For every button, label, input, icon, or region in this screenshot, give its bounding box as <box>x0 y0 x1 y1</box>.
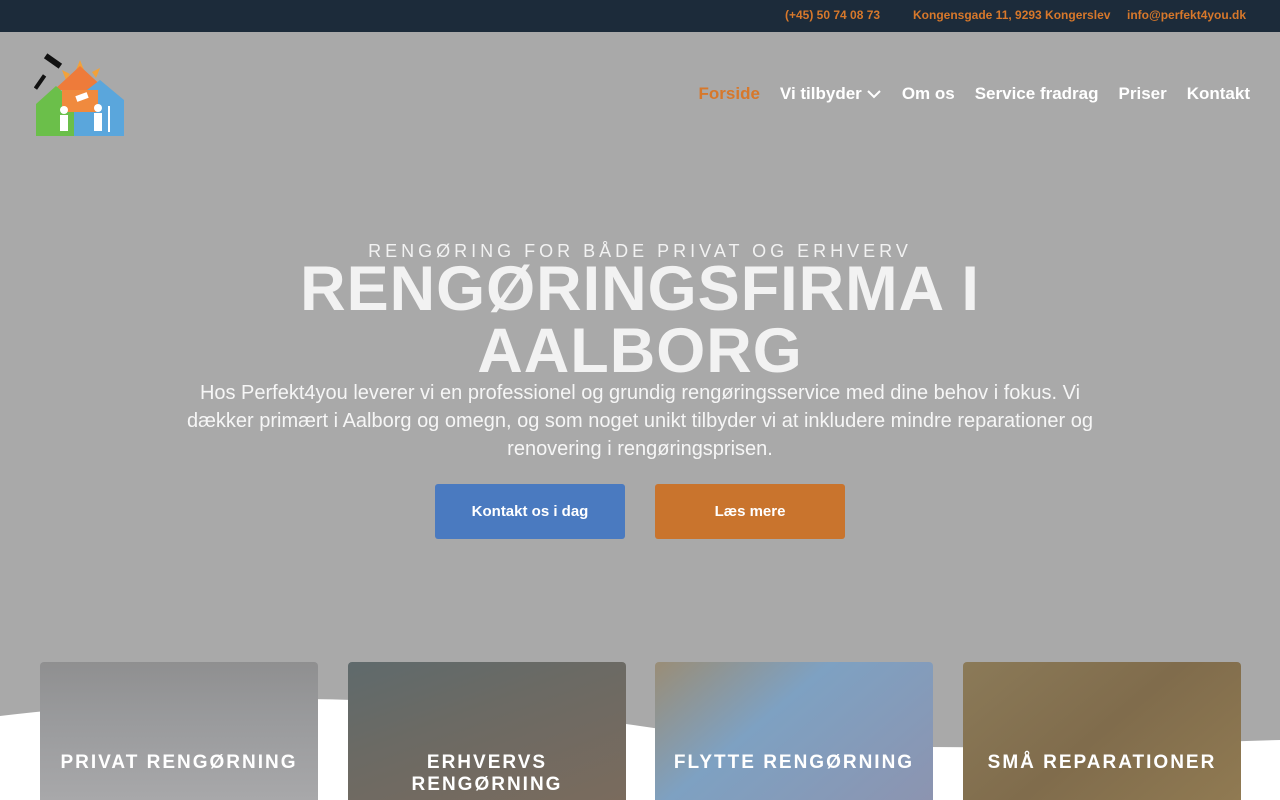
service-card-reparationer[interactable]: SMÅ REPARATIONER <box>963 662 1241 800</box>
card-image <box>40 662 318 800</box>
hero-lead: Hos Perfekt4you leverer vi en profession… <box>186 382 1093 460</box>
service-card-privat[interactable]: PRIVAT RENGØRNING <box>40 662 318 800</box>
site-logo[interactable] <box>33 52 126 140</box>
nav-item-vi-tilbyder[interactable]: Vi tilbyder <box>780 84 882 104</box>
card-image <box>655 662 933 800</box>
read-more-button[interactable]: Læs mere <box>655 484 845 539</box>
card-title: ERHVERVS RENGØRNING <box>411 752 563 795</box>
nav-item-label: Om os <box>901 84 955 103</box>
site-header: Forside Vi tilbyder Om os Service fradra… <box>0 32 1280 160</box>
nav-item-service-fradrag[interactable]: Service fradrag <box>975 84 1099 104</box>
address-link[interactable]: Kongensgade 11, 9293 Kongerslev <box>913 8 1110 22</box>
nav-item-forside[interactable]: Forside <box>699 84 760 104</box>
nav-item-priser[interactable]: Priser <box>1119 84 1167 104</box>
card-image <box>963 662 1241 800</box>
nav-item-label: Forside <box>698 84 760 103</box>
nav-item-label: Service fradrag <box>974 84 1099 103</box>
card-title: FLYTTE RENGØRNING <box>673 752 915 773</box>
nav-item-om-os[interactable]: Om os <box>902 84 955 104</box>
nav-item-kontakt[interactable]: Kontakt <box>1187 84 1250 104</box>
chevron-down-icon <box>867 90 881 99</box>
house-cleaning-logo-icon <box>33 53 124 136</box>
phone-link[interactable]: (+45) 50 74 08 73 <box>785 8 880 22</box>
top-info-bar: (+45) 50 74 08 73 Kongensgade 11, 9293 K… <box>0 0 1280 32</box>
nav-item-label: Vi tilbyder <box>779 84 862 103</box>
contact-button[interactable]: Kontakt os i dag <box>435 484 625 539</box>
main-nav: Forside Vi tilbyder Om os Service fradra… <box>699 84 1250 104</box>
nav-item-label: Kontakt <box>1186 84 1250 103</box>
card-title: SMÅ REPARATIONER <box>987 752 1217 773</box>
hero-title: RENGØRINGSFIRMA I AALBORG <box>300 254 980 386</box>
service-card-flytte[interactable]: FLYTTE RENGØRNING <box>655 662 933 800</box>
email-link[interactable]: info@perfekt4you.dk <box>1127 8 1246 22</box>
service-card-erhvervs[interactable]: ERHVERVS RENGØRNING <box>348 662 626 800</box>
nav-item-label: Priser <box>1118 84 1167 103</box>
card-title: PRIVAT RENGØRNING <box>60 752 298 773</box>
